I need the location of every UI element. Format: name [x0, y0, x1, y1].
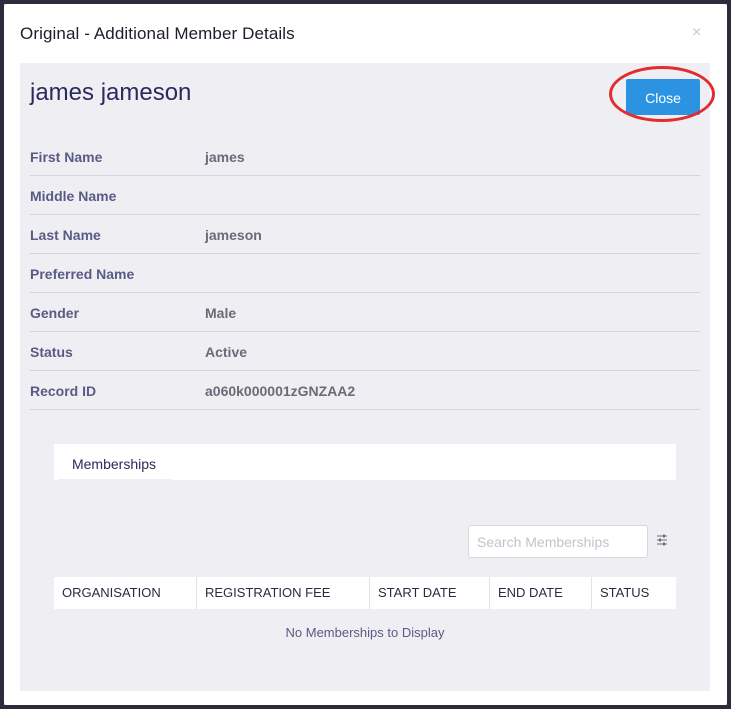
sliders-icon[interactable]: [656, 533, 668, 547]
field-value: Male: [205, 305, 237, 321]
column-header-organisation[interactable]: ORGANISATION: [54, 577, 197, 609]
member-full-name: james jameson: [30, 79, 192, 106]
field-label: Last Name: [30, 227, 101, 243]
field-label: Gender: [30, 305, 80, 321]
empty-table-message: No Memberships to Display: [285, 625, 445, 640]
field-label: First Name: [30, 149, 103, 165]
close-icon[interactable]: ×: [692, 24, 701, 42]
field-value: jameson: [205, 227, 262, 243]
field-label: Status: [30, 344, 73, 360]
column-header-end-date[interactable]: END DATE: [490, 577, 592, 609]
memberships-table-header: ORGANISATION REGISTRATION FEE START DATE…: [54, 577, 676, 609]
window-border: [0, 705, 731, 709]
field-row-first-name: First Name james: [30, 137, 700, 176]
field-row-middle-name: Middle Name: [30, 176, 700, 215]
field-label: Middle Name: [30, 188, 117, 204]
tab-memberships[interactable]: Memberships: [54, 444, 174, 480]
column-header-status[interactable]: STATUS: [592, 577, 676, 609]
close-button[interactable]: Close: [626, 79, 700, 115]
field-row-last-name: Last Name jameson: [30, 215, 700, 254]
tabs-bar: Memberships: [54, 444, 676, 481]
search-memberships-input[interactable]: [468, 525, 648, 558]
field-value: Active: [205, 344, 248, 360]
field-value: a060k000001zGNZAA2: [205, 383, 356, 399]
field-row-preferred-name: Preferred Name: [30, 254, 700, 293]
field-row-record-id: Record ID a060k000001zGNZAA2: [30, 371, 700, 410]
column-header-registration-fee[interactable]: REGISTRATION FEE: [197, 577, 370, 609]
modal-title: Original - Additional Member Details: [20, 24, 295, 43]
field-label: Preferred Name: [30, 266, 135, 282]
field-row-gender: Gender Male: [30, 293, 700, 332]
field-label: Record ID: [30, 383, 97, 399]
member-details-modal: Original - Additional Member Details × j…: [4, 4, 727, 705]
member-details-panel: james jameson Close First Name james Mid…: [20, 63, 715, 691]
field-value: james: [205, 149, 245, 165]
field-row-status: Status Active: [30, 332, 700, 371]
active-tab-indicator: [58, 479, 172, 481]
window-border: [727, 0, 731, 709]
column-header-start-date[interactable]: START DATE: [370, 577, 490, 609]
